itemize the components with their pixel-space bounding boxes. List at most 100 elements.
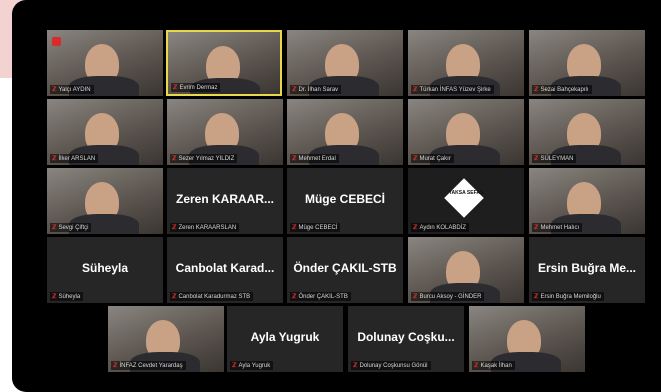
- participant-name: Süheyla: [58, 294, 81, 300]
- participant-display-name: Canbolat Karad...: [175, 261, 275, 275]
- participant-label: ℤ Ersin Buğra Memiloğlu: [532, 292, 604, 301]
- participant-tile[interactable]: ℤ Burcu Aksoy - GİNDER: [408, 237, 524, 303]
- mic-muted-icon: ℤ: [474, 363, 479, 369]
- mic-muted-icon: ℤ: [173, 85, 178, 91]
- mic-muted-icon: ℤ: [52, 294, 57, 300]
- mic-muted-icon: ℤ: [172, 225, 177, 231]
- participant-tile[interactable]: ℤ Mehmet Erdal: [287, 99, 403, 165]
- mic-muted-icon: ℤ: [413, 156, 418, 162]
- participant-label: ℤ Aydın KOLABDİZ: [411, 223, 470, 232]
- participant-label: ℤ Süheyla: [50, 292, 84, 301]
- participant-name: Türkan İNFAS Yüzev Şirke: [419, 87, 491, 93]
- participant-tile[interactable]: ℤ Sezer Yılmaz YILDIZ: [167, 99, 283, 165]
- participant-tile[interactable]: ℤ Sevgi Çiftçi: [47, 168, 163, 234]
- participant-name: Sezer Yılmaz YILDIZ: [178, 156, 235, 162]
- participant-name: Aydın KOLABDİZ: [419, 225, 467, 231]
- participant-label: ℤ Yalçı AYDIN: [50, 85, 94, 94]
- participant-tile[interactable]: ℤ Türkan İNFAS Yüzev Şirke: [408, 30, 524, 96]
- participant-tile[interactable]: ℤ Sezai Bahçekapılı: [529, 30, 645, 96]
- mic-muted-icon: ℤ: [534, 156, 539, 162]
- participant-label: ℤ Müge CEBECİ: [290, 223, 341, 232]
- participant-name: Dolunay Coşkunsu Gönül: [359, 363, 428, 369]
- participant-tile[interactable]: ℤ Yalçı AYDIN: [47, 30, 163, 96]
- participant-label: ℤ Mehmet Halıcı: [532, 223, 583, 232]
- participant-name: Dr. İlhan Sarav: [298, 87, 339, 93]
- mic-muted-icon: ℤ: [353, 363, 358, 369]
- participant-name: Murat Çakır: [419, 156, 451, 162]
- participant-tile[interactable]: ℤ İNFAZ Cevdet Yarardaş: [108, 306, 224, 372]
- mic-muted-icon: ℤ: [534, 225, 539, 231]
- mic-muted-icon: ℤ: [413, 87, 418, 93]
- participant-tile[interactable]: ℤ Mehmet Halıcı: [529, 168, 645, 234]
- participant-tile-no-video[interactable]: Zeren KARAAR... ℤ Zeren KARAARSLAN: [167, 168, 283, 234]
- mic-muted-icon: ℤ: [413, 294, 418, 300]
- mic-muted-icon: ℤ: [172, 294, 177, 300]
- mic-muted-icon: ℤ: [172, 156, 177, 162]
- participant-tile[interactable]: ℤ Dr. İlhan Sarav: [287, 30, 403, 96]
- participant-name: Müge CEBECİ: [298, 225, 338, 231]
- organization-logo-icon: [444, 178, 484, 218]
- participant-tile-no-video[interactable]: Dolunay Coşku... ℤ Dolunay Coşkunsu Gönül: [348, 306, 464, 372]
- participant-label: ℤ Zeren KARAARSLAN: [170, 223, 240, 232]
- participant-name: Zeren KARAARSLAN: [178, 225, 237, 231]
- participant-label: ℤ Sezai Bahçekapılı: [532, 85, 592, 94]
- participant-tile[interactable]: ℤ Kaşak İlhan: [469, 306, 585, 372]
- participant-display-name: Dolunay Coşku...: [357, 330, 455, 344]
- mic-muted-icon: ℤ: [232, 363, 237, 369]
- participant-label: ℤ SÜLEYMAN: [532, 154, 577, 163]
- mic-muted-icon: ℤ: [292, 156, 297, 162]
- participant-name: Ersin Buğra Memiloğlu: [540, 294, 601, 300]
- participant-tile-logo[interactable]: YAKSA SEFAŞ ℤ Aydın KOLABDİZ: [408, 168, 524, 234]
- participant-display-name: Müge CEBECİ: [304, 192, 385, 206]
- participant-name: Kaşak İlhan: [480, 363, 512, 369]
- participant-tile-no-video[interactable]: Ersin Buğra Me... ℤ Ersin Buğra Memiloğlu: [529, 237, 645, 303]
- mic-muted-icon: ℤ: [292, 225, 297, 231]
- participant-label: ℤ Dolunay Coşkunsu Gönül: [351, 361, 431, 370]
- mic-muted-icon: ℤ: [534, 87, 539, 93]
- participant-label: ℤ Canbolat Karadurmaz STB: [170, 292, 254, 301]
- participant-display-name: Süheyla: [81, 261, 129, 275]
- participant-tile[interactable]: ℤ Murat Çakır: [408, 99, 524, 165]
- participant-label: ℤ İlker ARSLAN: [50, 154, 99, 163]
- participant-tile-no-video[interactable]: Süheyla ℤ Süheyla: [47, 237, 163, 303]
- participant-tile-no-video[interactable]: Canbolat Karad... ℤ Canbolat Karadurmaz S…: [167, 237, 283, 303]
- participant-name: Yalçı AYDIN: [58, 87, 91, 93]
- participant-display-name: Ayla Yugruk: [250, 330, 320, 344]
- mic-muted-icon: ℤ: [52, 87, 57, 93]
- participant-display-name: Önder ÇAKIL-STB: [293, 261, 397, 275]
- participant-label: ℤ Sevgi Çiftçi: [50, 223, 92, 232]
- participant-tile[interactable]: ℤ İlker ARSLAN: [47, 99, 163, 165]
- participant-tile-no-video[interactable]: Ayla Yugruk ℤ Ayla Yugruk: [227, 306, 343, 372]
- flag-icon: [52, 37, 61, 46]
- mic-muted-icon: ℤ: [292, 294, 297, 300]
- organization-logo-text: YAKSA SEFAŞ: [448, 190, 484, 196]
- participant-name: Ayla Yugruk: [238, 363, 271, 369]
- mic-muted-icon: ℤ: [52, 156, 57, 162]
- participant-label: ℤ Türkan İNFAS Yüzev Şirke: [411, 85, 494, 94]
- participant-label: ℤ Murat Çakır: [411, 154, 454, 163]
- participant-label: ℤ Kaşak İlhan: [472, 361, 515, 370]
- participant-name: Mehmet Erdal: [298, 156, 336, 162]
- video-conference-gallery: ℤ Yalçı AYDIN ℤ Evrim Dermaz ℤ Dr. İlhan Sa…: [12, 0, 661, 392]
- participant-name: İNFAZ Cevdet Yarardaş: [119, 363, 183, 369]
- participant-name: Mehmet Halıcı: [540, 225, 580, 231]
- participant-name: Canbolat Karadurmaz STB: [178, 294, 251, 300]
- mic-muted-icon: ℤ: [52, 225, 57, 231]
- participant-label: ℤ Mehmet Erdal: [290, 154, 339, 163]
- participant-name: SÜLEYMAN: [540, 156, 574, 162]
- participant-tile-no-video[interactable]: Müge CEBECİ ℤ Müge CEBECİ: [287, 168, 403, 234]
- participant-name: İlker ARSLAN: [58, 156, 96, 162]
- participant-name: Evrim Dermaz: [179, 85, 218, 91]
- mic-muted-icon: ℤ: [292, 87, 297, 93]
- mic-muted-icon: ℤ: [534, 294, 539, 300]
- mic-muted-icon: ℤ: [113, 363, 118, 369]
- participant-tile-no-video[interactable]: Önder ÇAKIL-STB ℤ Önder ÇAKIL-STB: [287, 237, 403, 303]
- participant-tile[interactable]: ℤ SÜLEYMAN: [529, 99, 645, 165]
- participant-label: ℤ Burcu Aksoy - GİNDER: [411, 292, 485, 301]
- participant-label: ℤ Evrim Dermaz: [171, 83, 221, 92]
- participant-name: Burcu Aksoy - GİNDER: [419, 294, 482, 300]
- participant-label: ℤ Önder ÇAKIL-STB: [290, 292, 351, 301]
- participant-tile-active-speaker[interactable]: ℤ Evrim Dermaz: [166, 30, 282, 96]
- participant-label: ℤ Dr. İlhan Sarav: [290, 85, 342, 94]
- participant-label: ℤ İNFAZ Cevdet Yarardaş: [111, 361, 186, 370]
